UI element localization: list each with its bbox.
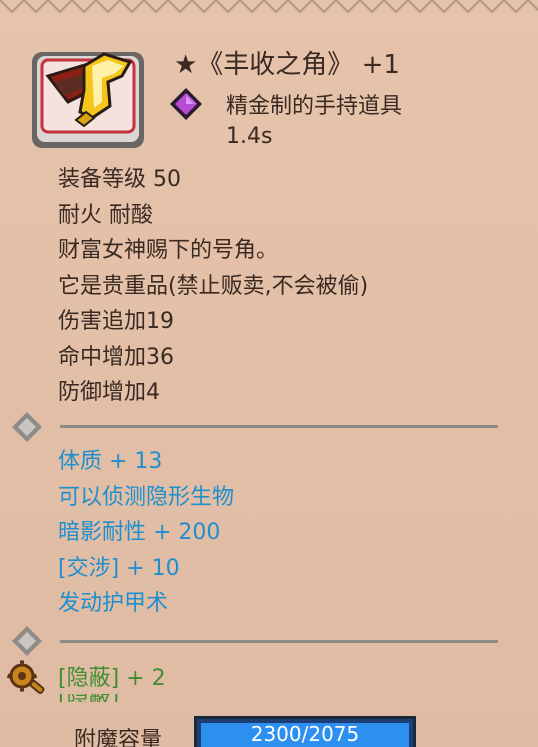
bonus-stealth: [隐蔽] + 2 [58, 666, 166, 691]
attack-speed: 1.4s [226, 124, 273, 149]
bonus-armor-spell: 发动护甲术 [58, 591, 169, 616]
enchant-capacity-label: 附魔容量 [74, 728, 163, 747]
stat-equip-level: 装备等级 50 [58, 167, 181, 192]
stat-hit: 命中增加36 [58, 344, 174, 370]
top-zigzag-border [0, 0, 538, 14]
valuable-note: 它是贵重品(禁止贩卖,不会被偷) [58, 273, 369, 299]
item-description: 财富女神赐下的号角。 [58, 238, 279, 263]
stat-defense: 防御增加4 [58, 380, 160, 405]
gear-wrench-icon [6, 660, 45, 694]
enchant-capacity-value: 2300/2075 [250, 722, 360, 746]
stat-resistances: 耐火 耐酸 [58, 202, 153, 228]
section-diamond-icon [12, 412, 42, 442]
stat-damage: 伤害追加19 [58, 309, 174, 334]
bonus-see-invisible: 可以侦测隐形生物 [58, 484, 235, 510]
enchant-capacity-bar: 2300/2075 [194, 716, 416, 747]
section-divider [60, 425, 498, 428]
section-diamond-icon [12, 626, 42, 656]
bonus-shadow-resist: 暗影耐性 + 200 [58, 520, 221, 545]
item-type-text: 精金制的手持道具 [226, 94, 403, 119]
enchant-bonuses-list: 体质 + 13 可以侦测隐形生物 暗影耐性 + 200 [交涉] + 10 发动… [58, 444, 234, 622]
bonus-negotiation: [交涉] + 10 [58, 555, 180, 581]
section-divider [60, 640, 498, 643]
purple-gem-icon [170, 88, 202, 120]
item-stats-list: 装备等级 50 耐火 耐酸 财富女神赐下的号角。 它是贵重品(禁止贩卖,不会被偷… [58, 162, 368, 411]
item-title: ★《丰收之角》 +1 [174, 50, 400, 80]
golden-horn-icon[interactable] [28, 46, 152, 152]
cut-off-line: [隐蔽] [58, 694, 138, 702]
item-tooltip-panel: ★《丰收之角》 +1 精金制的手持道具 1.4s 装备等级 50 耐火 耐酸 财… [0, 0, 538, 747]
bonus-constitution: 体质 + 13 [58, 449, 163, 474]
